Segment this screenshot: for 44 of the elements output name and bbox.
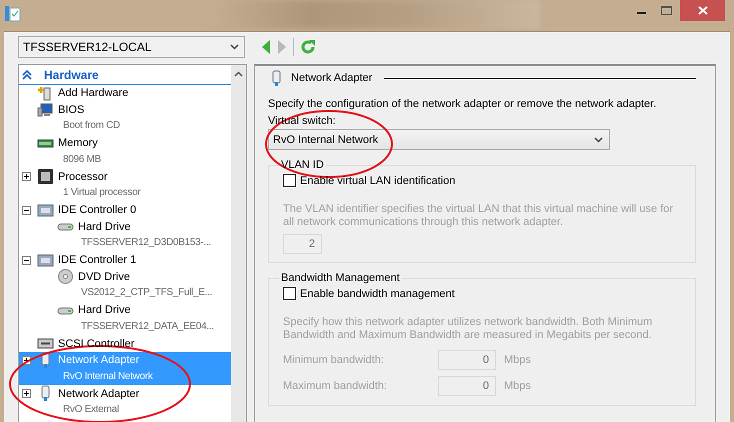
tree-item[interactable]: IDE Controller 1 xyxy=(19,252,231,269)
checkbox-label[interactable]: Enable bandwidth management xyxy=(300,288,455,300)
unit-label: Mbps xyxy=(504,354,531,366)
description-text: Specify the configuration of the network adapter or remove the network adapter. xyxy=(268,98,658,110)
collapse-icon[interactable] xyxy=(22,206,31,215)
controller-icon xyxy=(37,202,54,219)
tree-item[interactable]: BIOS Boot from CD xyxy=(19,102,231,136)
tree-item[interactable]: DVD Drive VS2012_2_CTP_TFS_Full_E... xyxy=(19,268,231,302)
maximize-icon xyxy=(660,6,672,16)
tree-item[interactable]: Memory 8096 MB xyxy=(19,135,231,168)
tree-item[interactable]: Hard Drive TFSSERVER12_D3D0B153-... xyxy=(19,218,231,252)
virtual-switch-dropdown[interactable]: RvO Internal Network xyxy=(268,129,610,150)
group-title: Bandwidth Management xyxy=(280,272,401,284)
tree-item[interactable]: Add Hardware xyxy=(19,85,231,102)
checkbox[interactable] xyxy=(283,174,296,187)
tree-item[interactable]: Network Adapter RvO External xyxy=(19,385,231,419)
dropdown-caret-icon xyxy=(230,44,239,50)
close-button[interactable] xyxy=(680,0,725,21)
controller-icon xyxy=(37,252,54,269)
field-label: Minimum bandwidth: xyxy=(283,354,385,366)
scroll-up-icon[interactable] xyxy=(234,71,243,77)
group-title: VLAN ID xyxy=(280,159,325,171)
scrollbar[interactable] xyxy=(231,65,246,422)
tree-item[interactable]: Processor 1 Virtual processor xyxy=(19,168,231,202)
app-icon xyxy=(5,5,21,22)
checkbox-label[interactable]: Enable virtual LAN identification xyxy=(300,174,456,186)
expand-icon[interactable] xyxy=(22,172,31,182)
help-text: Specify how this network adapter utilizes network bandwidth. Both Minimum Bandwidth and Maximum Bandwidth are measured in Megabits per second. xyxy=(283,316,654,342)
processor-icon xyxy=(37,168,54,186)
tree-item[interactable]: IDE Controller 0 xyxy=(19,202,231,218)
tree-item[interactable]: Hard Drive TFSSERVER12_DATA_EE04... xyxy=(19,302,231,336)
checkbox[interactable] xyxy=(283,287,296,300)
field-label: Maximum bandwidth: xyxy=(283,380,388,392)
dropdown-caret-icon xyxy=(594,136,603,142)
section-header[interactable]: Hardware xyxy=(44,68,99,82)
close-icon xyxy=(698,6,708,15)
bios-icon xyxy=(37,102,54,119)
machine-dropdown[interactable]: TFSSERVER12-LOCAL xyxy=(18,36,245,58)
expand-icon[interactable] xyxy=(22,389,31,398)
unit-label: Mbps xyxy=(504,380,531,392)
help-text: The VLAN identifier specifies the virtual LAN that this virtual machine will use for all network communications through this network adapter. xyxy=(283,203,674,229)
section-title: Network Adapter xyxy=(291,72,372,84)
dvd-drive-icon xyxy=(57,268,74,286)
collapse-icon[interactable] xyxy=(22,256,31,265)
